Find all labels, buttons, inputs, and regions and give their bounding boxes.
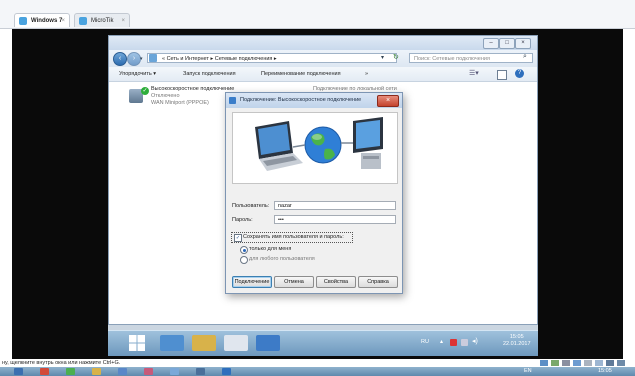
guest-desktop: – □ × ‹ › ▾ « Сеть и Интернет ▸ Сетевые … bbox=[108, 35, 538, 356]
save-credentials-checkbox[interactable]: ✓ Сохранять имя пользователя и пароль: bbox=[231, 232, 353, 243]
host-app-icon[interactable] bbox=[118, 368, 127, 375]
checkbox-icon[interactable]: ✓ bbox=[234, 234, 242, 242]
host-tab-strip: Windows 7 × MicroTik × bbox=[0, 0, 635, 29]
host-app-icon[interactable] bbox=[14, 368, 23, 375]
host-app-icon[interactable] bbox=[92, 368, 101, 375]
radio-anyone-label: для любого пользователя bbox=[249, 256, 315, 262]
connection-device: WAN Miniport (PPPOE) bbox=[151, 100, 209, 106]
language-indicator[interactable]: RU bbox=[421, 339, 429, 345]
host-clock[interactable]: 15:05 bbox=[598, 368, 612, 374]
username-label: Пользователь: bbox=[232, 203, 270, 209]
cancel-button[interactable]: Отмена bbox=[274, 276, 314, 288]
host-key-icon[interactable] bbox=[617, 360, 625, 366]
command-bar: Упорядочить ▾ Запуск подключения Переиме… bbox=[109, 67, 537, 82]
connection-name: Высокоскоростное подключение bbox=[151, 86, 235, 92]
properties-button[interactable]: Свойства bbox=[316, 276, 356, 288]
host-app-icon[interactable] bbox=[196, 368, 205, 375]
network-adapter-status-icon[interactable] bbox=[551, 360, 559, 366]
host-app-icon[interactable] bbox=[144, 368, 153, 375]
history-dropdown-icon[interactable]: ▾ bbox=[140, 56, 143, 62]
window-titlebar[interactable]: – □ × bbox=[109, 36, 537, 50]
tab-close-icon[interactable]: × bbox=[121, 14, 125, 28]
file-explorer-icon[interactable] bbox=[192, 335, 216, 351]
host-app-icon[interactable] bbox=[222, 368, 231, 375]
save-credentials-label: Сохранять имя пользователя и пароль: bbox=[243, 234, 344, 240]
tab-windows-7[interactable]: Windows 7 × bbox=[14, 13, 70, 27]
usb-icon[interactable] bbox=[562, 360, 570, 366]
tab-close-icon[interactable]: × bbox=[61, 14, 65, 28]
host-app-icon[interactable] bbox=[66, 368, 75, 375]
tab-label: Windows 7 bbox=[31, 18, 63, 24]
tray-date: 22.01.2017 bbox=[503, 341, 531, 347]
connect-button[interactable]: Подключение bbox=[232, 276, 272, 288]
vm-icon bbox=[79, 17, 87, 25]
tab-microtik[interactable]: MicroTik × bbox=[74, 13, 130, 27]
host-app-icon[interactable] bbox=[40, 368, 49, 375]
network-tray-icon[interactable] bbox=[461, 339, 468, 346]
connect-dialog: Подключение: Высокоскоростное подключени… bbox=[225, 92, 403, 294]
tray-expand-icon[interactable]: ▴ bbox=[440, 338, 443, 345]
search-input[interactable]: Поиск: Сетевые подключения bbox=[409, 53, 533, 63]
capture-icon[interactable] bbox=[595, 360, 603, 366]
radio-me-only[interactable] bbox=[240, 246, 248, 254]
guest-taskbar: RU ▴ ◂) 15:05 22.01.2017 bbox=[108, 330, 538, 356]
start-connection-button[interactable]: Запуск подключения bbox=[183, 67, 236, 81]
password-label: Пароль: bbox=[232, 217, 253, 223]
shared-folders-icon[interactable] bbox=[573, 360, 581, 366]
refresh-icon[interactable]: ↻ bbox=[393, 53, 399, 61]
host-taskbar: EN 15:05 bbox=[0, 367, 635, 376]
help-icon[interactable]: ? bbox=[515, 69, 524, 78]
host-status-icons bbox=[540, 360, 630, 367]
more-commands-button[interactable]: » bbox=[365, 67, 368, 81]
vm-screen[interactable]: – □ × ‹ › ▾ « Сеть и Интернет ▸ Сетевые … bbox=[12, 29, 623, 359]
search-icon[interactable]: ⌕ bbox=[523, 53, 527, 61]
check-icon: ✓ bbox=[141, 87, 149, 95]
preview-pane-icon[interactable] bbox=[497, 70, 507, 80]
forward-button[interactable]: › bbox=[127, 52, 141, 66]
network-connections-taskbar-icon[interactable] bbox=[256, 335, 280, 351]
back-button[interactable]: ‹ bbox=[113, 52, 127, 66]
host-language-indicator[interactable]: EN bbox=[524, 368, 532, 374]
connection-icon bbox=[229, 97, 236, 104]
volume-icon[interactable]: ◂) bbox=[472, 337, 478, 345]
action-center-icon[interactable] bbox=[450, 339, 457, 346]
tray-time: 15:05 bbox=[509, 334, 524, 340]
tray-clock[interactable]: 15:05 22.01.2017 bbox=[503, 334, 531, 348]
host-app-icon[interactable] bbox=[170, 368, 179, 375]
rename-connection-button[interactable]: Переименование подключения bbox=[261, 67, 341, 81]
mouse-integration-icon[interactable] bbox=[606, 360, 614, 366]
connection-status: Отключено bbox=[151, 93, 180, 99]
tab-label: MicroTik bbox=[91, 18, 114, 24]
display-icon[interactable] bbox=[584, 360, 592, 366]
windows-start-icon[interactable] bbox=[128, 334, 146, 352]
address-input[interactable]: « Сеть и Интернет ▸ Сетевые подключения … bbox=[147, 53, 397, 63]
username-input[interactable]: nazar bbox=[274, 201, 396, 210]
laptop-globe-server-icon bbox=[255, 117, 383, 171]
maximize-button[interactable]: □ bbox=[499, 38, 515, 49]
dialog-close-button[interactable]: × bbox=[377, 95, 399, 107]
organize-button[interactable]: Упорядочить ▾ bbox=[119, 67, 156, 81]
media-player-icon[interactable] bbox=[224, 335, 248, 351]
address-dropdown-icon[interactable]: ▾ bbox=[381, 54, 384, 61]
network-illustration bbox=[232, 112, 398, 184]
help-button[interactable]: Справка bbox=[358, 276, 398, 288]
radio-me-only-label: только для меня bbox=[249, 246, 292, 252]
change-view-icon[interactable]: ☰▾ bbox=[469, 67, 479, 81]
close-button[interactable]: × bbox=[515, 38, 531, 49]
minimize-button[interactable]: – bbox=[483, 38, 499, 49]
vm-icon bbox=[19, 17, 27, 25]
dialog-title[interactable]: Подключение: Высокоскоростное подключени… bbox=[226, 93, 402, 108]
address-bar-row: ‹ › ▾ « Сеть и Интернет ▸ Сетевые подклю… bbox=[109, 50, 537, 68]
hdd-icon[interactable] bbox=[540, 360, 548, 366]
password-input[interactable]: ••• bbox=[274, 215, 396, 224]
control-panel-icon bbox=[149, 54, 157, 62]
internet-explorer-icon[interactable] bbox=[160, 335, 184, 351]
radio-anyone[interactable] bbox=[240, 256, 248, 264]
